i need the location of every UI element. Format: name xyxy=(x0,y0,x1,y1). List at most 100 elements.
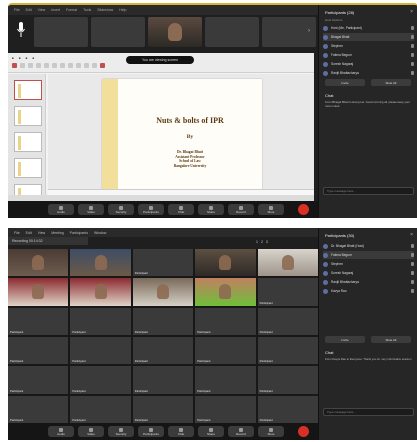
participant-row[interactable]: Ranjit Bhattacharya xyxy=(323,278,414,286)
mic-muted-icon[interactable] xyxy=(411,35,414,39)
video-tile[interactable] xyxy=(91,17,145,47)
toolbar-button[interactable]: Security xyxy=(108,204,134,215)
toolbar-button[interactable]: Record xyxy=(228,204,254,215)
underline-icon[interactable] xyxy=(68,63,73,68)
gallery-tile[interactable]: Participant xyxy=(70,307,131,335)
page-control[interactable]: 2 xyxy=(261,240,263,244)
italic-icon[interactable] xyxy=(60,63,65,68)
menu-item[interactable]: Window xyxy=(94,231,106,235)
page-control[interactable]: 1 xyxy=(256,240,258,244)
menu-item[interactable]: Slideshow xyxy=(97,8,113,12)
gallery-tile[interactable]: Participant xyxy=(195,366,256,394)
participant-row[interactable]: Suresh Nagaraj xyxy=(323,269,414,277)
menu-item[interactable]: Insert xyxy=(51,8,60,12)
toolbar-button[interactable]: Video xyxy=(78,204,104,215)
layout-icon[interactable] xyxy=(44,63,49,68)
participant-row[interactable]: Fatima Begum xyxy=(323,251,414,259)
bold-icon[interactable] xyxy=(52,63,57,68)
toolbar-button[interactable]: Participants xyxy=(138,204,164,215)
mic-muted-icon[interactable] xyxy=(411,244,414,248)
ribbon-tab[interactable]: ■ xyxy=(26,56,28,60)
gallery-tile[interactable]: Participant xyxy=(132,307,194,335)
participant-row[interactable]: Fatima Begum xyxy=(323,51,414,59)
screen-share-banner[interactable]: You are viewing screen xyxy=(126,56,194,64)
participant-row[interactable]: Suresh Nagaraj xyxy=(323,60,414,68)
mute-all-button[interactable]: Mute All xyxy=(371,79,411,86)
align-icon[interactable] xyxy=(76,63,81,68)
chat-input[interactable]: Type message here... xyxy=(323,187,414,195)
toolbar-button[interactable]: More xyxy=(258,426,284,437)
toolbar-button[interactable]: Chat xyxy=(168,426,194,437)
gallery-tile[interactable]: Participant xyxy=(70,366,131,394)
gallery-tile[interactable]: Participant xyxy=(132,337,194,365)
gallery-tile[interactable]: Participant xyxy=(195,337,256,365)
gallery-tile[interactable]: Participant xyxy=(257,366,318,394)
toolbar-button[interactable]: Audio xyxy=(48,426,74,437)
gallery-tile[interactable]: Participant xyxy=(132,395,194,423)
arrange-icon[interactable] xyxy=(92,63,97,68)
gallery-tile[interactable] xyxy=(132,278,194,306)
gallery-tile[interactable]: Participant xyxy=(257,337,318,365)
gallery-tile[interactable]: Participant xyxy=(70,395,131,423)
gallery-tile[interactable] xyxy=(195,249,256,277)
ribbon-tab[interactable]: ■ xyxy=(12,56,14,60)
menu-item[interactable]: File xyxy=(14,231,20,235)
gallery-tile[interactable]: Participant xyxy=(195,307,256,335)
menu-item[interactable]: File xyxy=(14,8,20,12)
participant-row[interactable]: Host (Me, Participant) xyxy=(323,24,414,32)
gallery-tile[interactable] xyxy=(70,249,131,277)
menu-item[interactable]: Participants xyxy=(70,231,88,235)
toolbar-button[interactable]: Audio xyxy=(48,204,74,215)
mic-muted-icon[interactable] xyxy=(411,253,414,257)
menu-item[interactable]: Help xyxy=(119,8,126,12)
gallery-tile[interactable] xyxy=(8,249,69,277)
mic-muted-icon[interactable] xyxy=(411,44,414,48)
menu-item[interactable]: View xyxy=(38,231,46,235)
new-slide-icon[interactable] xyxy=(36,63,41,68)
mic-muted-icon[interactable] xyxy=(411,280,414,284)
gallery-tile[interactable] xyxy=(70,278,131,306)
gallery-tile[interactable]: Participant xyxy=(257,395,318,423)
mic-muted-icon[interactable] xyxy=(411,26,414,30)
gallery-tile[interactable]: Participant xyxy=(8,337,69,365)
gallery-tile[interactable] xyxy=(195,278,256,306)
slide-thumbnail[interactable] xyxy=(14,132,42,152)
styles-icon[interactable] xyxy=(100,63,105,68)
gallery-tile[interactable] xyxy=(8,278,69,306)
participant-row[interactable]: Stephen xyxy=(323,42,414,50)
slide-thumbnail[interactable] xyxy=(14,80,42,100)
toolbar-button[interactable]: Video xyxy=(78,426,104,437)
menu-item[interactable]: Edit xyxy=(26,8,32,12)
end-call-button[interactable] xyxy=(298,204,309,215)
menu-item[interactable]: Format xyxy=(66,8,77,12)
invite-button[interactable]: Invite xyxy=(325,79,365,86)
toolbar-button[interactable]: Participants xyxy=(138,426,164,437)
participant-row[interactable]: Bhagat Bhatt xyxy=(323,33,414,41)
page-control[interactable]: 3 xyxy=(266,240,268,244)
toolbar-button[interactable]: Security xyxy=(108,426,134,437)
gallery-tile[interactable]: Participant xyxy=(132,249,194,277)
gallery-tile[interactable]: Participant xyxy=(195,395,256,423)
slide-thumbnail[interactable] xyxy=(14,158,42,178)
mic-muted-icon[interactable] xyxy=(411,271,414,275)
mic-muted-icon[interactable] xyxy=(411,262,414,266)
gallery-tile[interactable]: Participant xyxy=(8,307,69,335)
toolbar-button[interactable]: Share xyxy=(198,204,224,215)
gallery-tile[interactable]: Participant xyxy=(8,366,69,394)
recording-indicator[interactable]: Recording 00:14:32 xyxy=(8,237,88,245)
video-tile[interactable] xyxy=(148,17,202,47)
mic-muted-icon[interactable] xyxy=(411,62,414,66)
slide-thumbnail[interactable] xyxy=(14,106,42,126)
gallery-tile[interactable] xyxy=(257,249,318,277)
toolbar-button[interactable]: Chat xyxy=(168,204,194,215)
ribbon-tab[interactable]: ■ xyxy=(32,56,34,60)
participant-row[interactable]: Kavya Rao xyxy=(323,287,414,295)
shape-icon[interactable] xyxy=(84,63,89,68)
participant-row[interactable]: Dr. Bhagat Bhatt (Host) xyxy=(323,242,414,250)
gallery-tile[interactable]: Participant xyxy=(132,366,194,394)
menu-item[interactable]: Tools xyxy=(83,8,91,12)
toolbar-button[interactable]: Share xyxy=(198,426,224,437)
close-icon[interactable]: × xyxy=(410,9,413,15)
mic-muted-icon[interactable] xyxy=(411,71,414,75)
participant-row[interactable]: Stephen xyxy=(323,260,414,268)
